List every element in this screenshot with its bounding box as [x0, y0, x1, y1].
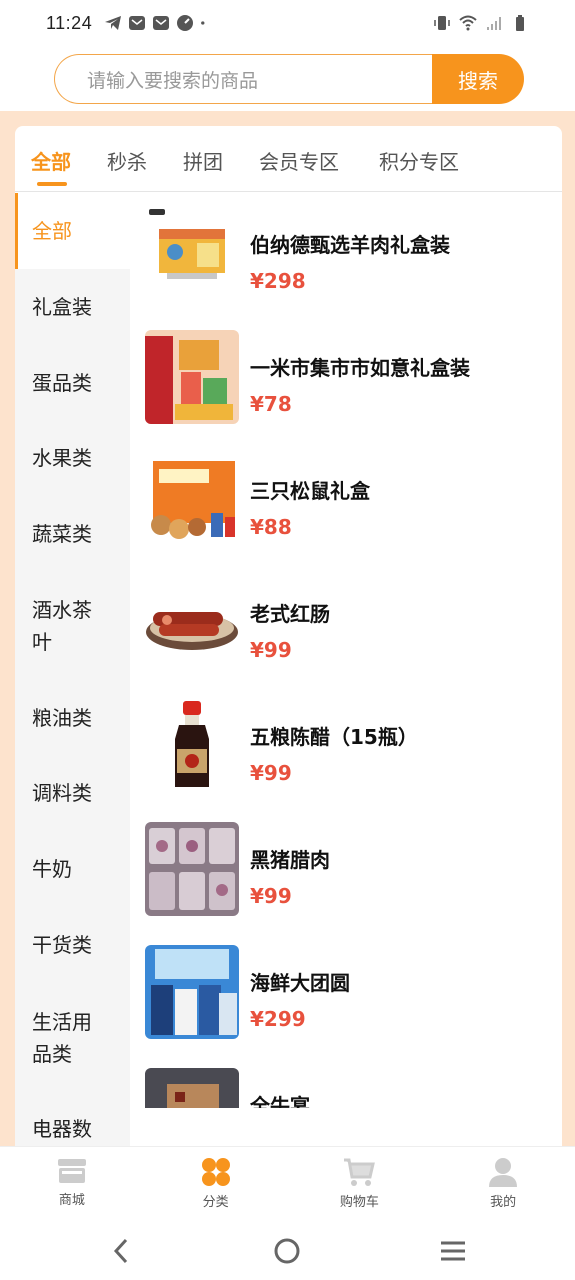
status-bar: 11:24 — [0, 0, 575, 46]
sidebar-item-milk[interactable]: 牛奶 — [15, 853, 130, 885]
sidebar-item-grain-oil[interactable]: 粮油类 — [15, 702, 130, 734]
nav-label: 商城 — [58, 1193, 85, 1208]
tab-points-zone[interactable]: 积分专区 — [379, 146, 459, 175]
telegram-icon — [105, 16, 122, 30]
product-image — [145, 699, 239, 793]
user-icon — [489, 1158, 518, 1187]
nav-profile[interactable]: 我的 — [431, 1147, 575, 1222]
product-item[interactable]: 伯纳德甄选羊肉礼盒装 ¥298 — [130, 207, 562, 330]
sidebar-item-drinks-tea[interactable]: 酒水茶叶 — [15, 594, 105, 658]
dot-icon — [201, 21, 205, 25]
category-tabs: 全部 秒杀 拼团 会员专区 积分专区 — [15, 126, 562, 192]
nav-label: 分类 — [202, 1195, 229, 1210]
product-name: 伯纳德甄选羊肉礼盒装 — [250, 233, 450, 257]
mail-icon — [153, 16, 170, 30]
bottom-nav: 商城 分类 购物车 我的 — [0, 1146, 575, 1222]
product-name: 三只松鼠礼盒 — [250, 479, 370, 503]
tab-active-indicator — [37, 182, 67, 186]
product-image — [145, 207, 239, 301]
product-price: ¥99 — [250, 761, 292, 785]
sidebar-item-dry-goods[interactable]: 干货类 — [15, 929, 130, 961]
product-price: ¥298 — [250, 269, 306, 293]
nav-cart[interactable]: 购物车 — [288, 1147, 432, 1222]
product-name: 海鲜大团圆 — [250, 971, 350, 995]
sidebar-item-eggs[interactable]: 蛋品类 — [15, 367, 130, 399]
product-item[interactable]: 三只松鼠礼盒 ¥88 — [130, 453, 562, 576]
vibrate-icon — [434, 16, 450, 30]
tab-flash-sale[interactable]: 秒杀 — [107, 146, 147, 175]
speed-icon — [177, 15, 194, 31]
category-sidebar: 全部 礼盒装 蛋品类 水果类 蔬菜类 酒水茶叶 粮油类 调料类 牛奶 干货类 生… — [15, 193, 130, 1146]
status-time: 11:24 — [46, 12, 93, 33]
sidebar-item-daily-goods[interactable]: 生活用品类 — [15, 1006, 105, 1070]
sidebar-active-indicator — [15, 193, 18, 269]
nav-label: 购物车 — [339, 1195, 379, 1210]
signal-icon — [487, 17, 501, 30]
search-input[interactable]: 请输入要搜索的商品 — [54, 54, 432, 104]
back-icon[interactable] — [107, 1236, 137, 1266]
sidebar-item-all[interactable]: 全部 — [15, 193, 130, 269]
product-price: ¥88 — [250, 515, 292, 539]
product-item[interactable]: 老式红肠 ¥99 — [130, 576, 562, 699]
system-nav-bar — [0, 1222, 575, 1280]
product-image — [145, 822, 239, 916]
product-price: ¥99 — [250, 638, 292, 662]
tab-member-zone[interactable]: 会员专区 — [259, 146, 339, 175]
product-item[interactable]: 海鲜大团圆 ¥299 — [130, 945, 562, 1068]
sidebar-item-label: 全部 — [32, 219, 72, 243]
home-icon[interactable] — [272, 1236, 302, 1266]
nav-category[interactable]: 分类 — [144, 1147, 288, 1222]
sidebar-item-electronics[interactable]: 电器数 — [15, 1113, 130, 1145]
product-list: 伯纳德甄选羊肉礼盒装 ¥298 一米市集市市如意礼盒装 ¥78 三只松鼠礼盒 ¥… — [130, 193, 562, 1108]
product-price: ¥299 — [250, 1007, 306, 1031]
product-image — [145, 330, 239, 424]
sidebar-item-vegetables[interactable]: 蔬菜类 — [15, 518, 130, 550]
store-icon — [57, 1159, 86, 1183]
wifi-icon — [459, 15, 477, 31]
product-image — [145, 453, 239, 547]
nav-store[interactable]: 商城 — [0, 1147, 144, 1222]
product-image — [145, 945, 239, 1039]
product-item[interactable]: 五粮陈醋（15瓶） ¥99 — [130, 699, 562, 822]
tab-group-buy[interactable]: 拼团 — [183, 146, 223, 175]
nav-label: 我的 — [490, 1195, 517, 1210]
product-name: 全牛宴 — [250, 1094, 310, 1108]
search-button[interactable]: 搜索 — [432, 54, 524, 104]
product-name: 黑猪腊肉 — [250, 848, 330, 872]
product-price: ¥99 — [250, 884, 292, 908]
cart-icon — [344, 1158, 376, 1186]
product-image — [145, 1068, 239, 1108]
product-item[interactable]: 黑猪腊肉 ¥99 — [130, 822, 562, 945]
battery-icon — [516, 15, 524, 31]
category-icon — [201, 1158, 230, 1186]
sidebar-item-fruit[interactable]: 水果类 — [15, 442, 130, 474]
sidebar-item-gift-box[interactable]: 礼盒装 — [15, 291, 130, 323]
product-image — [145, 576, 239, 670]
product-item[interactable]: 一米市集市市如意礼盒装 ¥78 — [130, 330, 562, 453]
tab-all[interactable]: 全部 — [31, 146, 71, 175]
product-name: 一米市集市市如意礼盒装 — [250, 356, 470, 380]
product-name: 五粮陈醋（15瓶） — [250, 725, 418, 749]
product-item[interactable]: 全牛宴 — [130, 1068, 562, 1108]
mail-icon — [129, 16, 146, 30]
sidebar-item-seasoning[interactable]: 调料类 — [15, 777, 130, 809]
product-name: 老式红肠 — [250, 602, 330, 626]
search-bar: 请输入要搜索的商品 搜索 — [54, 54, 524, 104]
menu-icon[interactable] — [438, 1236, 468, 1266]
category-card: 全部 秒杀 拼团 会员专区 积分专区 全部 礼盒装 蛋品类 水果类 蔬菜类 酒水… — [15, 126, 562, 1146]
product-price: ¥78 — [250, 392, 292, 416]
